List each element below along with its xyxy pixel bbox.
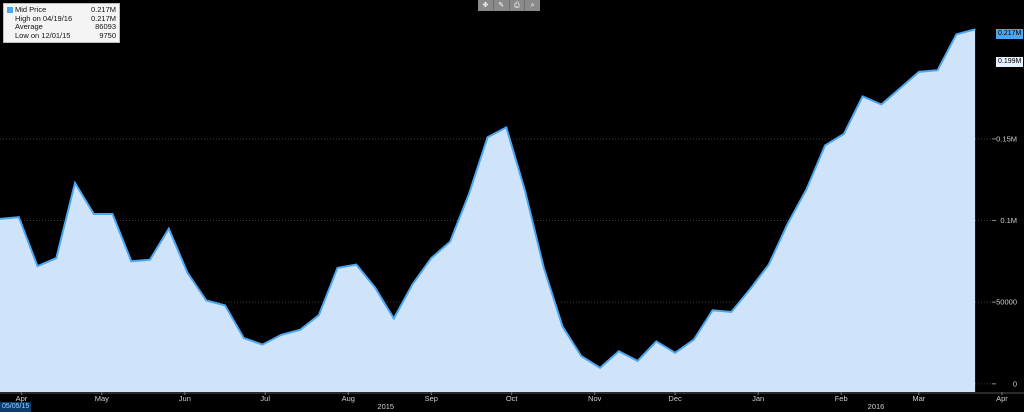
data-point bbox=[93, 213, 95, 215]
x-tick-label: Jan bbox=[752, 394, 764, 403]
data-point bbox=[468, 193, 470, 195]
data-point bbox=[280, 334, 282, 336]
data-point bbox=[674, 352, 676, 354]
y-axis: 0 50000 0.1M 0.15M bbox=[992, 134, 1017, 388]
legend: Mid Price 0.217M High on 04/19/16 0.217M… bbox=[3, 3, 120, 43]
x-tick-label: Feb bbox=[835, 394, 848, 403]
y-tick-label: 0 bbox=[1013, 379, 1017, 388]
data-point bbox=[805, 188, 808, 191]
x-tick-label: Sep bbox=[425, 394, 438, 403]
price-chart: 0 50000 0.1M 0.15M Apr May Jun Jul Aug Sep Oct Nov… bbox=[0, 28, 1024, 411]
y-tick-label: 0.15M bbox=[996, 134, 1017, 143]
data-point bbox=[74, 182, 76, 184]
data-point bbox=[149, 259, 151, 261]
data-point bbox=[205, 299, 207, 302]
x-tick-label: Dec bbox=[668, 394, 682, 403]
legend-low-row: Low on 12/01/15 9750 bbox=[7, 30, 116, 41]
data-point bbox=[768, 264, 770, 266]
data-point bbox=[412, 283, 414, 285]
data-point bbox=[449, 241, 451, 243]
x-tick-label: Aug bbox=[342, 394, 355, 403]
camera-icon[interactable]: ⎙ bbox=[510, 0, 526, 11]
data-point bbox=[393, 317, 395, 320]
data-point bbox=[580, 355, 582, 357]
data-point bbox=[974, 28, 976, 30]
data-point bbox=[618, 350, 620, 352]
data-point bbox=[36, 265, 39, 267]
x-tick-label: Mar bbox=[912, 394, 925, 403]
data-point bbox=[637, 360, 639, 362]
data-point bbox=[18, 216, 20, 218]
data-point bbox=[168, 228, 170, 230]
data-point bbox=[655, 340, 657, 342]
data-point bbox=[918, 71, 920, 73]
data-point bbox=[843, 133, 845, 135]
data-point bbox=[318, 314, 320, 316]
legend-low-value: 9750 bbox=[99, 30, 116, 40]
legend-low-label: Low on 12/01/15 bbox=[15, 30, 71, 40]
data-point bbox=[374, 286, 376, 289]
data-point bbox=[712, 309, 714, 311]
data-point bbox=[130, 260, 132, 262]
x-year-label: 2016 bbox=[868, 402, 885, 411]
data-point bbox=[749, 288, 751, 290]
x-tick-label: Oct bbox=[506, 394, 519, 403]
data-point bbox=[599, 367, 601, 369]
series-swatch bbox=[7, 7, 13, 14]
data-point bbox=[955, 33, 958, 35]
data-point bbox=[524, 190, 526, 192]
data-point bbox=[862, 95, 864, 97]
data-point bbox=[899, 87, 901, 89]
data-point bbox=[730, 311, 732, 313]
data-point bbox=[505, 126, 507, 128]
data-point bbox=[111, 213, 114, 215]
data-point bbox=[824, 144, 826, 146]
data-point bbox=[430, 257, 432, 259]
data-point bbox=[55, 257, 57, 259]
start-date-label: 05/05/15 bbox=[0, 402, 32, 412]
data-point bbox=[299, 329, 301, 331]
last-value-tag: 0.217M bbox=[996, 29, 1024, 39]
y-tick-label: 50000 bbox=[996, 298, 1017, 307]
x-tick-label: Jul bbox=[260, 394, 270, 403]
x-tick-label: May bbox=[95, 394, 109, 403]
data-point bbox=[693, 339, 695, 341]
x-tick-label: Apr bbox=[996, 394, 1008, 403]
data-point bbox=[562, 326, 564, 328]
move-icon[interactable]: ✥ bbox=[478, 0, 494, 11]
data-point bbox=[243, 337, 245, 339]
series-area bbox=[0, 29, 976, 393]
data-point bbox=[355, 264, 357, 266]
data-point bbox=[487, 136, 489, 138]
chart-toolbar: ✥ ✎ ⎙ ⌕ bbox=[478, 0, 540, 11]
secondary-value-tag: 0.199M bbox=[996, 57, 1024, 67]
data-point bbox=[186, 272, 189, 274]
data-point bbox=[261, 344, 264, 346]
x-tick-label: Jun bbox=[179, 394, 191, 403]
data-point bbox=[937, 69, 939, 71]
data-point bbox=[787, 223, 789, 225]
data-point bbox=[543, 267, 545, 269]
x-axis: Apr May Jun Jul Aug Sep Oct Nov Dec Jan Feb Mar Apr2… bbox=[16, 392, 1008, 411]
y-tick-label: 0.1M bbox=[1000, 216, 1017, 225]
pencil-icon[interactable]: ✎ bbox=[494, 0, 510, 11]
x-tick-label: Nov bbox=[588, 394, 602, 403]
zoom-icon[interactable]: ⌕ bbox=[525, 0, 540, 11]
data-point bbox=[336, 267, 339, 269]
data-point bbox=[224, 304, 226, 306]
data-point bbox=[880, 103, 883, 106]
x-year-label: 2015 bbox=[377, 402, 394, 411]
